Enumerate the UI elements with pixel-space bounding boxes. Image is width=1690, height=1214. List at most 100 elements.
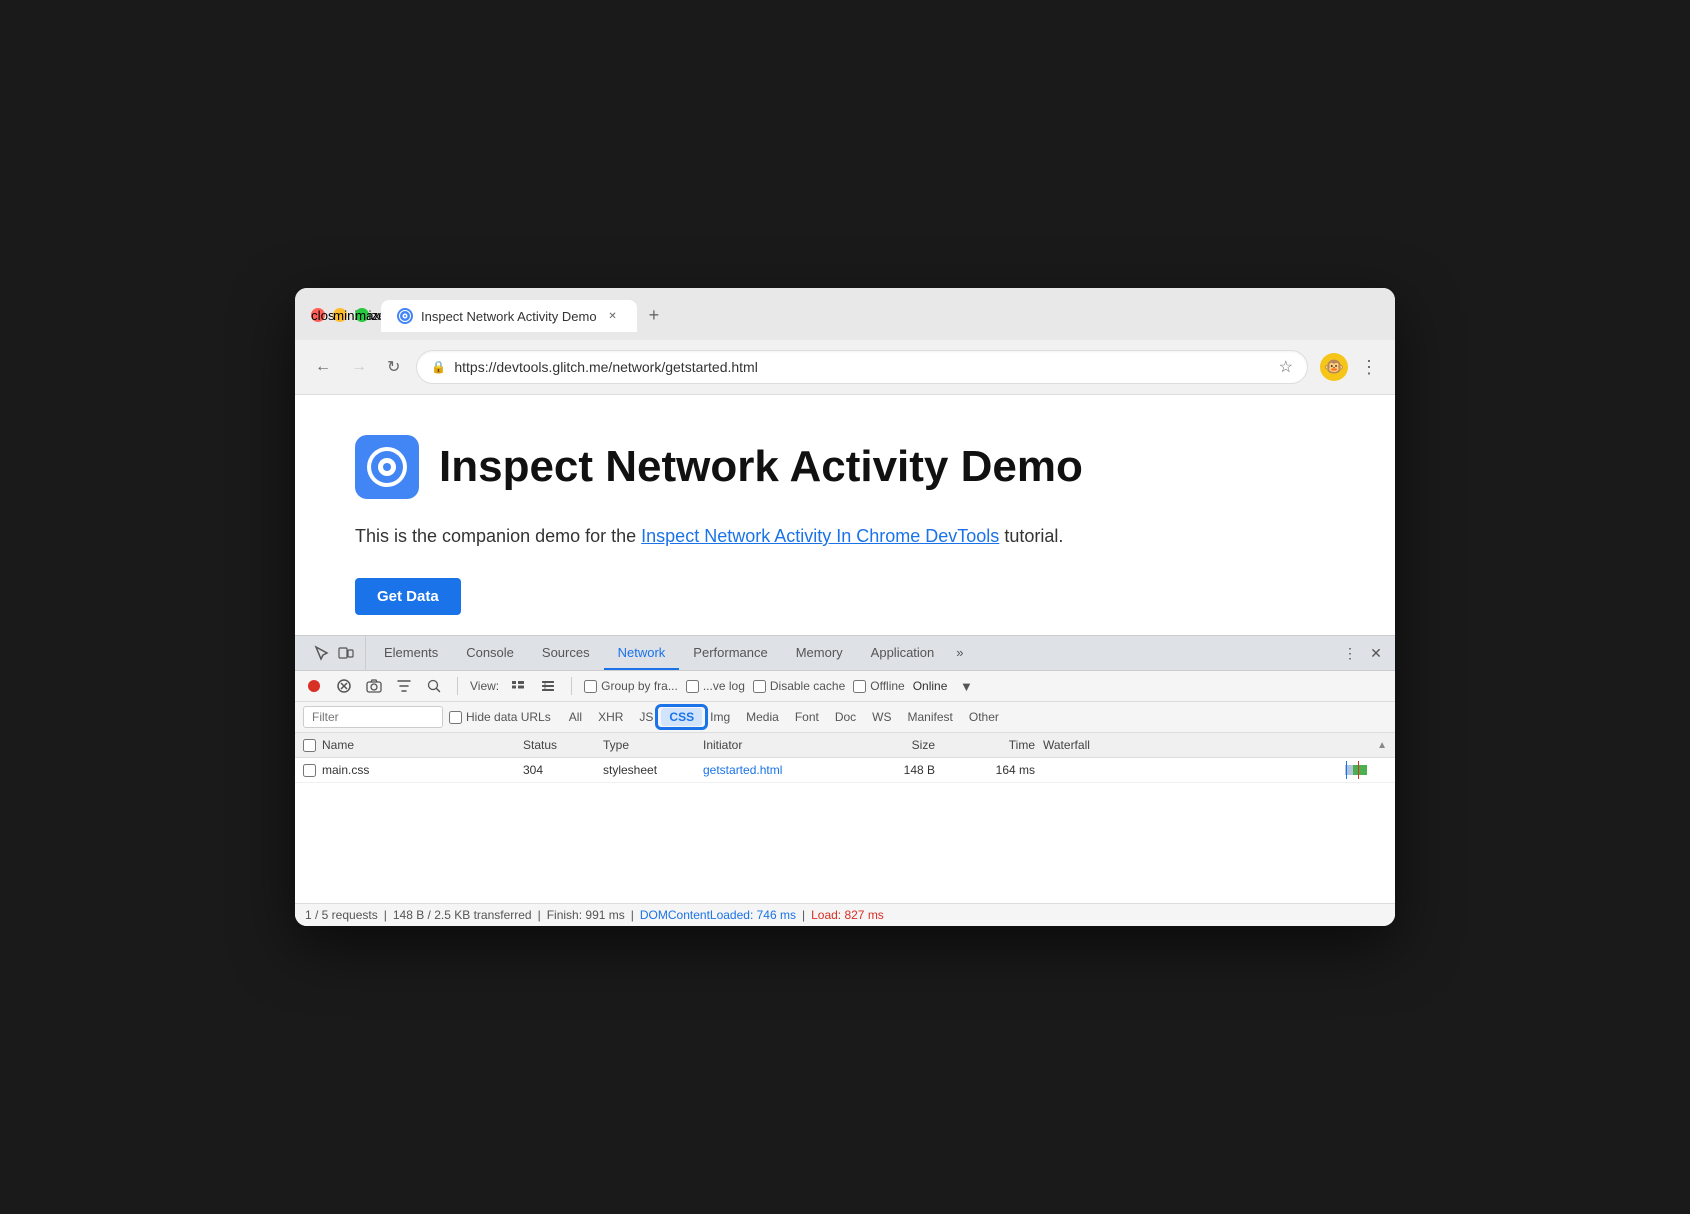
chrome-menu-button[interactable]: ⋮ [1360,357,1379,378]
initiator-link[interactable]: getstarted.html [703,763,782,777]
filter-all[interactable]: All [561,708,590,726]
device-toggle-button[interactable] [335,642,357,664]
filter-ws[interactable]: WS [864,708,899,726]
close-button[interactable]: close [311,308,325,322]
tab-more[interactable]: » [948,637,971,670]
filter-font[interactable]: Font [787,708,827,726]
reload-button[interactable]: ↻ [383,353,404,381]
view-label: View: [470,679,499,693]
row-checkbox[interactable] [303,764,316,777]
online-label: Online [913,679,948,693]
clear-button[interactable] [333,675,355,697]
col-initiator-header: Initiator [703,738,863,752]
col-type-header: Type [603,738,703,752]
tab-elements[interactable]: Elements [370,637,452,670]
devtools-link[interactable]: Inspect Network Activity In Chrome DevTo… [641,526,999,546]
filter-xhr[interactable]: XHR [590,708,631,726]
filter-css[interactable]: CSS [661,708,702,726]
preserve-log-group: ...ve log [686,679,745,693]
tab-console[interactable]: Console [452,637,528,670]
status-separator-2: | [538,908,541,922]
inspect-element-button[interactable] [311,642,333,664]
col-status-header: Status [523,738,603,752]
tab-sources[interactable]: Sources [528,637,604,670]
dom-content-loaded: DOMContentLoaded: 746 ms [640,908,796,922]
devtools-icon-buttons [303,636,366,670]
load-time: Load: 827 ms [811,908,884,922]
row-type: stylesheet [603,763,703,777]
hide-data-urls-group: Hide data URLs [449,710,551,724]
title-bar: close minimize maximize Inspect Network … [295,288,1395,340]
page-description: This is the companion demo for the Inspe… [355,523,1335,550]
devtools-settings-button[interactable]: ⋮ [1339,642,1361,664]
table-row[interactable]: main.css 304 stylesheet getstarted.html … [295,758,1395,783]
devtools-close-button[interactable]: ✕ [1365,642,1387,664]
group-by-frames-group: Group by fra... [584,679,678,693]
filter-button[interactable] [393,675,415,697]
table-header: Name Status Type Initiator Size Time Wat… [295,733,1395,758]
group-by-frames-checkbox[interactable] [584,680,597,693]
page-title: Inspect Network Activity Demo [439,443,1083,491]
preserve-log-label: ...ve log [703,679,745,693]
get-data-button[interactable]: Get Data [355,578,461,615]
table-empty-area [295,783,1395,903]
filter-other[interactable]: Other [961,708,1007,726]
tab-close-button[interactable]: ✕ [605,308,621,324]
tab-performance[interactable]: Performance [679,637,781,670]
disable-cache-checkbox[interactable] [753,680,766,693]
url-bar[interactable]: 🔒 https://devtools.glitch.me/network/get… [416,350,1308,384]
row-size: 148 B [863,763,943,777]
toolbar-divider-2 [571,677,572,695]
filter-doc[interactable]: Doc [827,708,864,726]
row-initiator: getstarted.html [703,763,863,777]
tab-network[interactable]: Network [604,637,680,670]
filter-media[interactable]: Media [738,708,787,726]
select-all-checkbox[interactable] [303,739,316,752]
forward-button[interactable]: → [347,354,371,380]
minimize-button[interactable]: minimize [333,308,347,322]
throttle-dropdown-button[interactable]: ▼ [955,675,977,697]
waterfall-bar [1345,765,1367,775]
tab-title: Inspect Network Activity Demo [421,309,597,324]
offline-group: Offline [853,679,904,693]
search-button[interactable] [423,675,445,697]
sort-arrow: ▲ [1377,740,1387,751]
toolbar-divider-1 [457,677,458,695]
filter-js[interactable]: JS [631,708,661,726]
tab-favicon [397,308,413,324]
maximize-button[interactable]: maximize [355,308,369,322]
list-view-button[interactable] [507,675,529,697]
record-button[interactable] [303,675,325,697]
desc-prefix: This is the companion demo for the [355,526,641,546]
filter-manifest[interactable]: Manifest [900,708,961,726]
window-controls: close minimize maximize [311,308,369,322]
name-col-label: Name [322,738,354,752]
tab-application[interactable]: Application [857,637,949,670]
avatar[interactable]: 🐵 [1320,353,1348,381]
status-separator-3: | [631,908,634,922]
devtools-panel: Elements Console Sources Network Perform… [295,635,1395,926]
tabs-row: Inspect Network Activity Demo ✕ + [381,298,671,332]
tab-memory[interactable]: Memory [782,637,857,670]
devtools-tab-actions: ⋮ ✕ [1339,642,1387,664]
filter-input[interactable] [303,706,443,728]
filter-img[interactable]: Img [702,708,738,726]
requests-count: 1 / 5 requests [305,908,378,922]
preserve-log-checkbox[interactable] [686,680,699,693]
waterfall-receive [1353,765,1367,775]
bookmark-icon[interactable]: ☆ [1279,357,1293,377]
status-separator-4: | [802,908,805,922]
hide-data-urls-checkbox[interactable] [449,711,462,724]
waterfall-bar-container [1043,764,1387,776]
col-time-header: Time [943,738,1043,752]
back-button[interactable]: ← [311,354,335,380]
url-text: https://devtools.glitch.me/network/getst… [454,359,1270,375]
col-name-header: Name [303,738,523,752]
waterfall-view-button[interactable] [537,675,559,697]
active-tab[interactable]: Inspect Network Activity Demo ✕ [381,300,637,332]
new-tab-button[interactable]: + [637,298,672,332]
screenshot-button[interactable] [363,675,385,697]
title-bar-top: close minimize maximize Inspect Network … [311,298,1379,332]
browser-window: close minimize maximize Inspect Network … [295,288,1395,926]
offline-checkbox[interactable] [853,680,866,693]
